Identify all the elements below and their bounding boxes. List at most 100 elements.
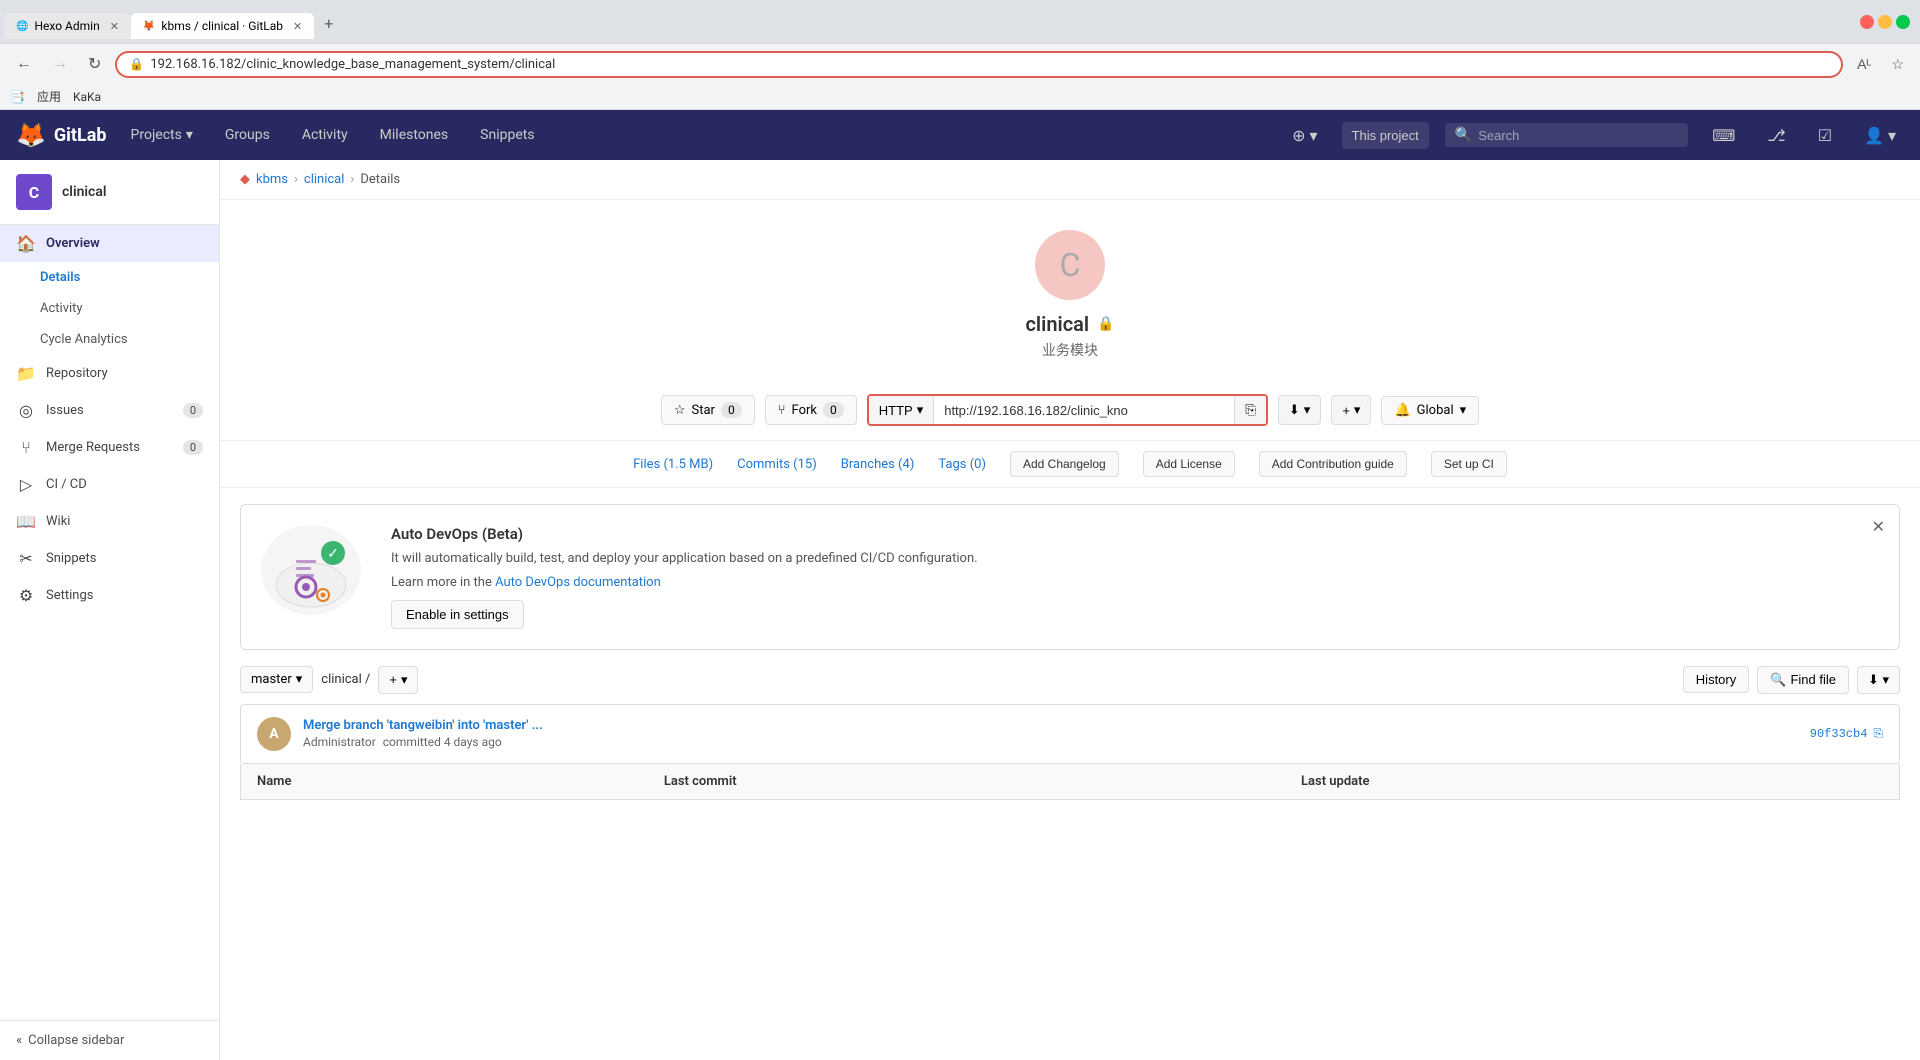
gitlab-logo-text: GitLab — [54, 125, 107, 146]
tab-gitlab-close[interactable]: ✕ — [293, 20, 302, 33]
merge-requests-badge: 0 — [183, 440, 203, 455]
branches-stat[interactable]: Branches (4) — [841, 457, 915, 472]
tab-hexo-favicon: 🌐 — [16, 21, 28, 32]
window-max-btn[interactable] — [1896, 15, 1910, 29]
forward-btn[interactable]: → — [46, 51, 74, 77]
devops-close-btn[interactable]: ✕ — [1872, 517, 1885, 537]
history-btn[interactable]: History — [1683, 666, 1749, 693]
sidebar-sub-details[interactable]: Details — [0, 262, 219, 293]
title-bar: 🌐 Hexo Admin ✕ 🦊 kbms / clinical · GitLa… — [0, 0, 1920, 43]
clone-url-wrapper: HTTP ▾ ⎘ — [867, 394, 1268, 426]
tab-hexo[interactable]: 🌐 Hexo Admin ✕ — [4, 13, 131, 39]
nav-user-avatar[interactable]: 👤 ▾ — [1856, 126, 1904, 145]
url-bar[interactable]: 🔒 192.168.16.182/clinic_knowledge_base_m… — [115, 51, 1843, 78]
tags-stat[interactable]: Tags (0) — [938, 457, 986, 472]
sidebar-collapse-btn[interactable]: « Collapse sidebar — [0, 1020, 219, 1060]
new-file-chevron: ▾ — [401, 672, 408, 688]
nav-keyboard-icon[interactable]: ⌨ — [1704, 126, 1743, 145]
nav-search-bar[interactable]: 🔍 — [1445, 123, 1688, 147]
nav-plus-btn[interactable]: ⊕ ▾ — [1284, 126, 1325, 145]
sidebar-menu: 🏠 Overview Details Activity Cycle Analyt… — [0, 225, 219, 1020]
clone-protocol-btn[interactable]: HTTP ▾ — [869, 396, 934, 424]
sidebar-item-merge-requests[interactable]: ⑂ Merge Requests 0 — [0, 429, 219, 466]
sidebar-item-repository[interactable]: 📁 Repository — [0, 355, 219, 392]
window-close-btn[interactable] — [1860, 15, 1874, 29]
sidebar-item-snippets[interactable]: ✂ Snippets — [0, 540, 219, 577]
set-up-ci-btn[interactable]: Set up CI — [1431, 451, 1507, 477]
nav-snippets[interactable]: Snippets — [472, 127, 542, 143]
sidebar-repository-label: Repository — [46, 366, 108, 381]
bookmark-apps[interactable]: 应用 — [37, 88, 61, 105]
devops-learn-more-link[interactable]: Auto DevOps documentation — [495, 575, 661, 590]
window-min-btn[interactable] — [1878, 15, 1892, 29]
devops-illustration: ✓ — [261, 525, 371, 615]
search-icon: 🔍 — [1455, 127, 1472, 143]
gitlab-logo[interactable]: 🦊 GitLab — [16, 121, 107, 149]
commit-message[interactable]: Merge branch 'tangweibin' into 'master' … — [303, 718, 543, 733]
nav-groups[interactable]: Groups — [217, 127, 278, 143]
add-btn[interactable]: + ▾ — [1331, 395, 1371, 425]
clone-url-input[interactable] — [934, 397, 1234, 424]
nav-milestones[interactable]: Milestones — [372, 127, 457, 143]
file-download-btn[interactable]: ⬇ ▾ — [1857, 666, 1900, 694]
breadcrumb-kbms[interactable]: kbms — [256, 172, 288, 187]
add-license-btn[interactable]: Add License — [1143, 451, 1235, 477]
sidebar-item-overview[interactable]: 🏠 Overview — [0, 225, 219, 262]
notification-label: Global — [1417, 403, 1454, 418]
nav-merge-request-icon[interactable]: ⎇ — [1759, 126, 1793, 145]
copy-icon: ⎘ — [1245, 402, 1256, 417]
file-table-header-last-update: Last update — [1285, 764, 1900, 800]
new-file-btn[interactable]: + ▾ — [378, 666, 418, 694]
bookmark-kaka[interactable]: KaKa — [73, 90, 101, 104]
clone-bar: ☆ Star 0 ⑂ Fork 0 HTTP ▾ ⎘ ⬇ — [220, 380, 1920, 440]
sidebar-item-issues[interactable]: ◎ Issues 0 — [0, 392, 219, 429]
sidebar-sub-activity[interactable]: Activity — [0, 293, 219, 324]
this-project-btn[interactable]: This project — [1342, 122, 1429, 149]
commits-stat[interactable]: Commits (15) — [737, 457, 817, 472]
clone-copy-btn[interactable]: ⎘ — [1234, 396, 1266, 424]
reload-btn[interactable]: ↻ — [82, 50, 107, 78]
nav-projects[interactable]: Projects ▾ — [123, 127, 201, 143]
sidebar-item-ci-cd[interactable]: ▷ CI / CD — [0, 466, 219, 503]
breadcrumb-clinical[interactable]: clinical — [304, 172, 345, 187]
sidebar-sub-cycle-analytics[interactable]: Cycle Analytics — [0, 324, 219, 355]
new-file-plus-icon: + — [389, 672, 397, 687]
path-segment: clinical / — [321, 672, 370, 687]
star-btn[interactable]: ☆ Star 0 — [661, 395, 755, 425]
nav-activity[interactable]: Activity — [294, 127, 356, 143]
devops-enable-btn[interactable]: Enable in settings — [391, 600, 524, 629]
file-browser-toolbar: master ▾ clinical / + ▾ History 🔍 Find f… — [240, 666, 1900, 694]
commit-hash[interactable]: 90f33cb4 ⎘ — [1810, 727, 1883, 741]
fork-btn[interactable]: ⑂ Fork 0 — [765, 395, 857, 425]
nav-issues-icon[interactable]: ☑ — [1810, 126, 1840, 145]
settings-icon: ⚙ — [16, 586, 36, 605]
translate-btn[interactable]: Aᴸ — [1851, 52, 1877, 76]
files-stat[interactable]: Files (1.5 MB) — [633, 457, 713, 472]
sidebar-item-wiki[interactable]: 📖 Wiki — [0, 503, 219, 540]
new-tab-btn[interactable]: + — [314, 8, 343, 39]
branch-select[interactable]: master ▾ — [240, 666, 313, 693]
commit-message-text: Merge branch 'tangweibin' into 'master' — [303, 718, 528, 733]
sidebar: C clinical 🏠 Overview Details Activity C… — [0, 160, 220, 1060]
tab-gitlab-label: kbms / clinical · GitLab — [161, 19, 283, 33]
back-btn[interactable]: ← — [10, 51, 38, 77]
notification-btn[interactable]: 🔔 Global ▾ — [1381, 396, 1479, 425]
commit-author-info: Administrator committed 4 days ago — [303, 735, 543, 749]
sidebar-item-settings[interactable]: ⚙ Settings — [0, 577, 219, 614]
add-contribution-guide-btn[interactable]: Add Contribution guide — [1259, 451, 1407, 477]
commit-author-time: committed 4 days ago — [383, 735, 502, 749]
commit-avatar: A — [257, 717, 291, 751]
breadcrumb-details: Details — [360, 172, 400, 187]
add-changelog-btn[interactable]: Add Changelog — [1010, 451, 1119, 477]
tab-gitlab[interactable]: 🦊 kbms / clinical · GitLab ✕ — [131, 13, 314, 39]
clone-protocol-chevron: ▾ — [917, 402, 924, 418]
search-input[interactable] — [1478, 128, 1678, 143]
find-file-btn[interactable]: 🔍 Find file — [1757, 666, 1849, 694]
download-chevron: ▾ — [1304, 402, 1311, 418]
merge-requests-icon: ⑂ — [16, 438, 36, 457]
download-btn[interactable]: ⬇ ▾ — [1278, 395, 1321, 425]
commit-author-name: Administrator — [303, 735, 376, 749]
tab-hexo-close[interactable]: ✕ — [110, 20, 119, 33]
sidebar-project-name: clinical — [62, 184, 107, 200]
bookmark-btn[interactable]: ☆ — [1885, 52, 1910, 77]
